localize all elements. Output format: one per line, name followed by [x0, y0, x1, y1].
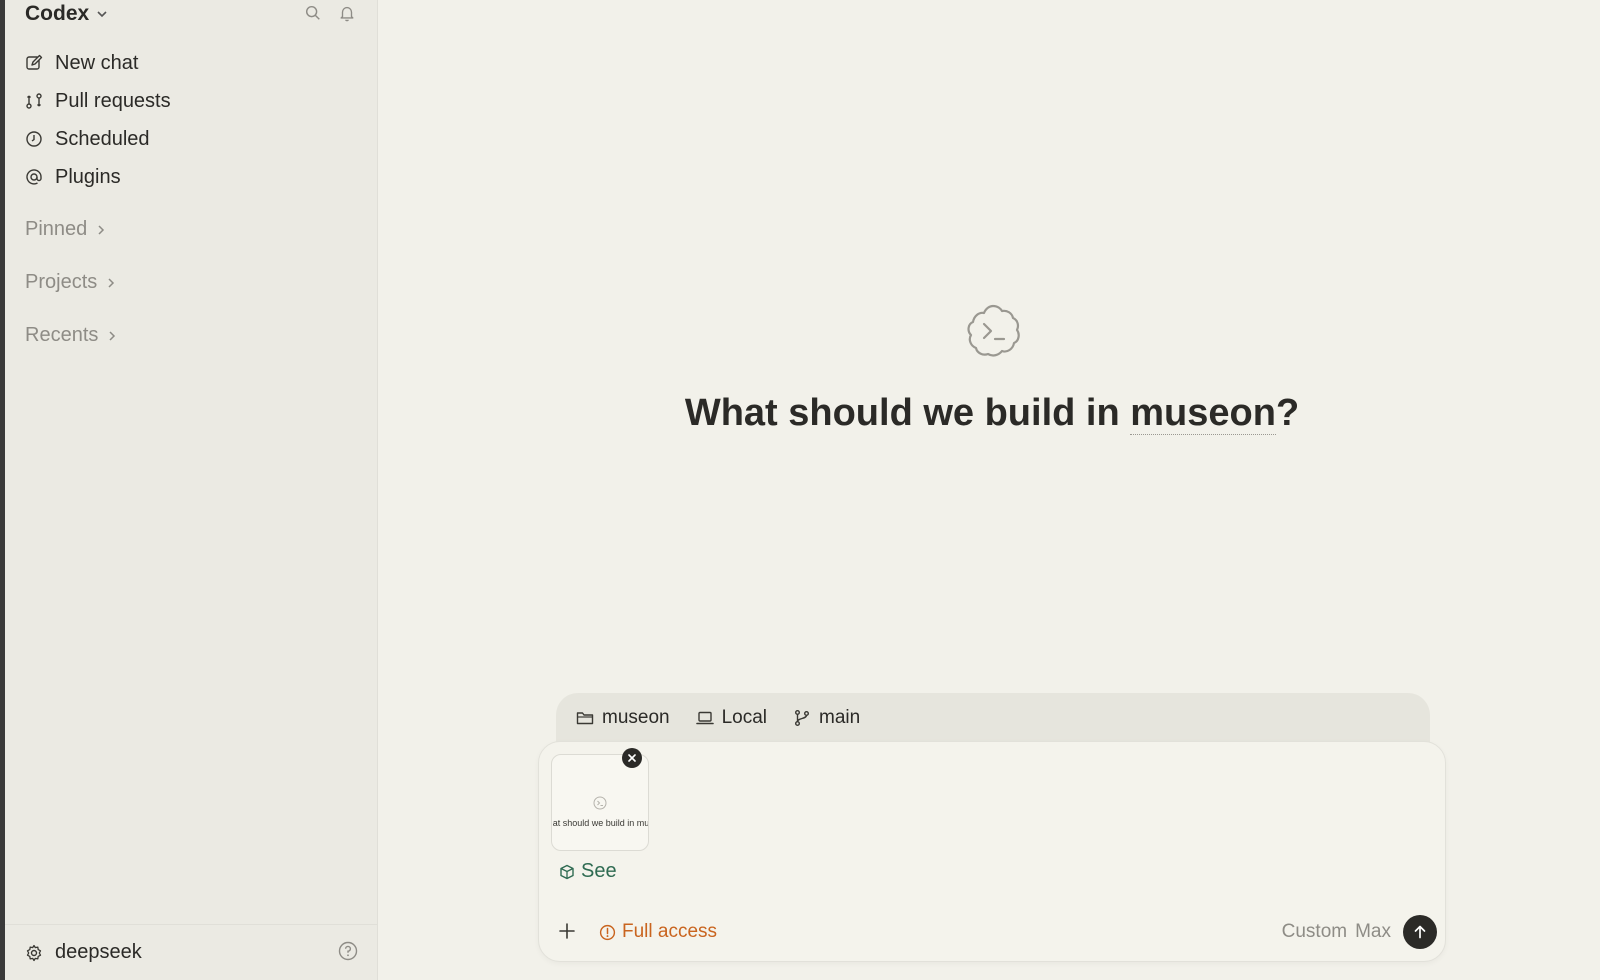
- sidebar-item-new-chat[interactable]: New chat: [25, 44, 355, 82]
- skill-chip[interactable]: See: [559, 860, 617, 883]
- codex-logo-icon: [967, 304, 1020, 357]
- chevron-right-icon: [98, 224, 105, 235]
- folder-selector[interactable]: museon: [576, 707, 670, 729]
- bell-icon[interactable]: [337, 3, 357, 23]
- project-name-link[interactable]: museon: [1130, 392, 1276, 435]
- title-suffix: ?: [1275, 392, 1300, 434]
- remove-attachment-button[interactable]: [622, 748, 642, 768]
- sidebar-item-label: New chat: [55, 51, 139, 74]
- image-attachment[interactable]: at should we build in mu: [551, 754, 649, 851]
- access-mode-button[interactable]: Full access: [599, 921, 717, 943]
- composer-toolbar: Full access Custom Max: [539, 913, 1445, 953]
- sidebar-item-label: Plugins: [55, 165, 121, 188]
- user-name: deepseek: [55, 941, 142, 963]
- page-title: What should we build in museon?: [378, 392, 1600, 435]
- warning-circle-icon: [599, 924, 616, 940]
- section-label: Projects: [25, 271, 98, 293]
- app-name: Codex: [25, 2, 90, 25]
- laptop-icon: [695, 711, 714, 725]
- clock-icon: [26, 131, 42, 147]
- section-label: Pinned: [25, 218, 88, 240]
- pull-request-icon: [26, 93, 42, 109]
- model-selector[interactable]: Custom Max: [1282, 921, 1391, 943]
- section-projects[interactable]: Projects: [25, 271, 117, 294]
- sidebar-top-icons: [303, 3, 357, 23]
- sidebar: Codex New chat Pull requests Scheduled P…: [5, 0, 378, 980]
- cube-icon: [560, 864, 574, 879]
- environment-label: Local: [721, 707, 768, 728]
- plus-icon: [559, 923, 575, 939]
- chevron-right-icon: [109, 330, 116, 341]
- model-name: Custom: [1281, 921, 1348, 942]
- model-effort: Max: [1355, 921, 1391, 942]
- main-area: What should we build in museon? museon L…: [378, 0, 1600, 980]
- sidebar-item-scheduled[interactable]: Scheduled: [25, 120, 355, 158]
- folder-label: museon: [602, 707, 670, 728]
- settings-button[interactable]: deepseek: [25, 941, 142, 964]
- send-button[interactable]: [1403, 915, 1437, 949]
- branch-selector[interactable]: main: [793, 707, 860, 729]
- section-recents[interactable]: Recents: [25, 324, 118, 347]
- sidebar-item-pull-requests[interactable]: Pull requests: [25, 82, 355, 120]
- attachment-preview-text: at should we build in mu: [552, 818, 649, 828]
- sidebar-footer: deepseek: [5, 924, 378, 980]
- sidebar-item-label: Scheduled: [55, 127, 150, 150]
- arrow-up-icon: [1414, 925, 1426, 939]
- search-icon[interactable]: [303, 3, 323, 23]
- section-label: Recents: [25, 324, 99, 346]
- title-prefix: What should we build in: [684, 392, 1131, 434]
- codex-logo-thumbnail-icon: [593, 796, 607, 810]
- help-icon[interactable]: [338, 941, 358, 961]
- sidebar-item-label: Pull requests: [55, 89, 171, 112]
- at-sign-icon: [26, 169, 42, 185]
- chevron-down-icon: [97, 11, 107, 18]
- skill-label: See: [581, 860, 617, 882]
- composer[interactable]: at should we build in mu See Full access…: [538, 741, 1446, 962]
- app-switcher[interactable]: Codex: [25, 0, 109, 28]
- sidebar-nav: New chat Pull requests Scheduled Plugins: [25, 44, 355, 196]
- access-label: Full access: [622, 921, 718, 942]
- sidebar-item-plugins[interactable]: Plugins: [25, 158, 355, 196]
- gear-icon: [26, 944, 42, 961]
- chevron-right-icon: [108, 277, 115, 288]
- git-branch-icon: [795, 710, 810, 726]
- add-button[interactable]: [555, 919, 579, 943]
- branch-label: main: [819, 707, 861, 728]
- compose-icon: [26, 54, 43, 70]
- section-pinned[interactable]: Pinned: [25, 218, 107, 241]
- folder-icon: [576, 712, 594, 725]
- close-icon: [628, 754, 636, 762]
- environment-selector[interactable]: Local: [695, 707, 768, 729]
